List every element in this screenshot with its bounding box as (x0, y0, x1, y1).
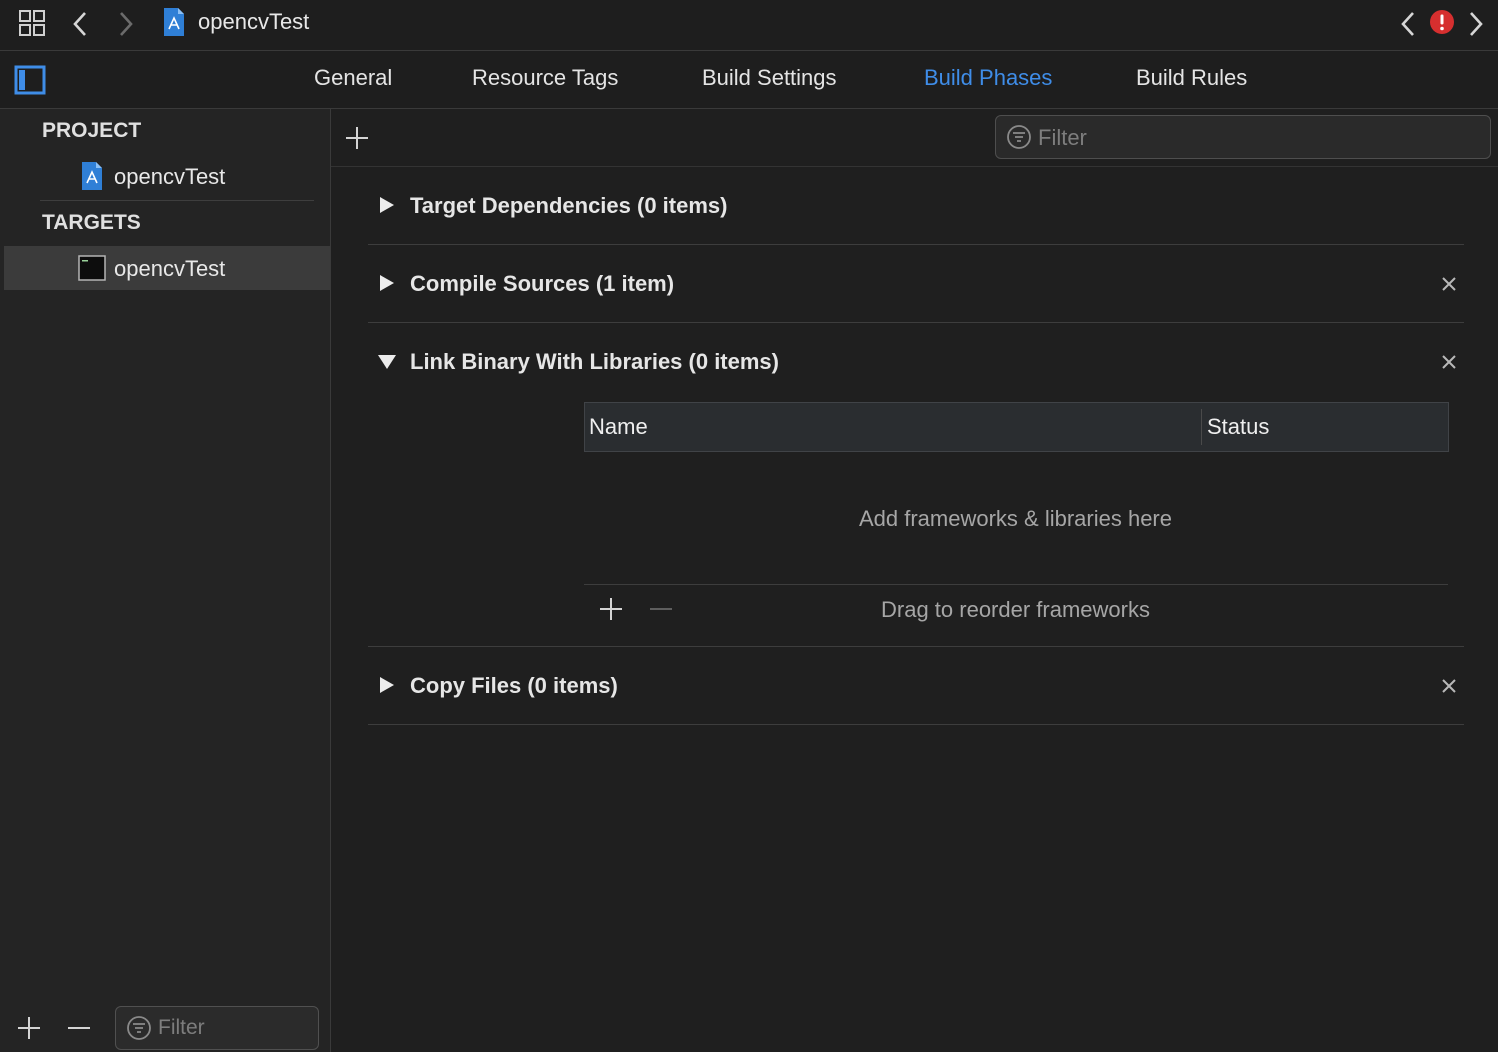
delete-phase-close-icon[interactable] (1440, 677, 1458, 695)
column-header-status[interactable]: Status (1207, 414, 1269, 440)
targets-section-header: TARGETS (42, 211, 141, 234)
xcode-project-file-icon (80, 161, 104, 191)
sidebar-divider (40, 200, 314, 201)
disclosure-collapsed-icon[interactable] (378, 273, 396, 293)
next-issue-chevron-icon[interactable] (1466, 10, 1486, 38)
sidebar-filter-placeholder: Filter (158, 1016, 205, 1039)
libraries-empty-message: Add frameworks & libraries here (858, 506, 1172, 531)
hide-sidebar-toggle-icon[interactable] (14, 65, 46, 95)
phase-target-dependencies-title[interactable]: Target Dependencies (0 items) (410, 193, 727, 219)
delete-phase-close-icon[interactable] (1440, 275, 1458, 293)
top-toolbar: opencvTest (0, 0, 1498, 51)
remove-target-minus-icon[interactable] (66, 1015, 92, 1041)
phase-separator (368, 244, 1464, 245)
back-chevron-icon[interactable] (70, 10, 90, 38)
column-divider (1201, 409, 1202, 445)
libraries-table-header: Name Status (584, 402, 1449, 452)
filter-icon (1006, 124, 1032, 150)
add-build-phase-plus-icon[interactable] (345, 126, 369, 150)
file-title[interactable]: opencvTest (198, 9, 309, 35)
filter-icon (126, 1015, 152, 1041)
related-items-grid-icon[interactable] (18, 9, 48, 39)
build-phases-filter-field[interactable]: Filter (995, 115, 1491, 159)
sidebar-filter-field[interactable]: Filter (115, 1006, 319, 1050)
tab-resource-tags[interactable]: Resource Tags (472, 65, 618, 91)
forward-chevron-icon[interactable] (116, 10, 136, 38)
project-section-header: PROJECT (42, 119, 142, 142)
column-header-name[interactable]: Name (589, 414, 648, 440)
reorder-frameworks-hint: Drag to reorder frameworks (881, 597, 1150, 622)
libraries-table-footer-separator (584, 584, 1448, 585)
disclosure-collapsed-icon[interactable] (378, 195, 396, 215)
previous-issue-chevron-icon[interactable] (1398, 10, 1418, 38)
phase-separator (368, 724, 1464, 725)
phase-separator (368, 322, 1464, 323)
add-target-plus-icon[interactable] (16, 1015, 42, 1041)
error-badge-icon[interactable] (1429, 9, 1455, 35)
disclosure-collapsed-icon[interactable] (378, 675, 396, 695)
tab-build-rules[interactable]: Build Rules (1136, 65, 1247, 91)
build-phases-filter-placeholder: Filter (1038, 125, 1087, 150)
phase-compile-sources-title[interactable]: Compile Sources (1 item) (410, 271, 674, 297)
disclosure-expanded-icon[interactable] (376, 353, 398, 371)
tab-build-settings[interactable]: Build Settings (702, 65, 837, 91)
phase-separator (368, 646, 1464, 647)
tab-general[interactable]: General (314, 65, 392, 91)
delete-phase-close-icon[interactable] (1440, 353, 1458, 371)
editor-tab-bar: General Resource Tags Build Settings Bui… (0, 51, 1498, 109)
sidebar-item-target[interactable]: opencvTest (114, 256, 225, 282)
phase-link-binary-title[interactable]: Link Binary With Libraries (0 items) (410, 349, 779, 375)
project-targets-sidebar: PROJECT opencvTest TARGETS opencvTest Fi… (0, 109, 331, 1052)
tab-build-phases[interactable]: Build Phases (924, 65, 1052, 91)
sidebar-item-project[interactable]: opencvTest (114, 164, 225, 190)
build-phases-toolbar: Filter (331, 109, 1498, 167)
terminal-target-icon (78, 255, 106, 281)
phase-copy-files-title[interactable]: Copy Files (0 items) (410, 673, 618, 699)
xcode-project-file-icon (162, 7, 186, 37)
